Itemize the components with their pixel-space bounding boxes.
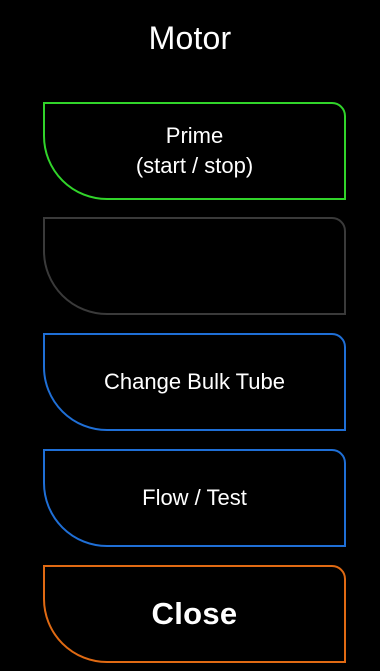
close-button-label: Close [151, 596, 238, 631]
prime-button-label: Prime (start / stop) [135, 123, 254, 178]
change-bulk-tube-button[interactable]: Change Bulk Tube [43, 333, 346, 431]
empty-button-slot [43, 217, 346, 315]
change-bulk-tube-label: Change Bulk Tube [103, 369, 286, 394]
flow-test-label: Flow / Test [142, 485, 247, 510]
flow-test-button[interactable]: Flow / Test [43, 449, 346, 547]
prime-button[interactable]: Prime (start / stop) [43, 102, 346, 200]
page-title: Motor [148, 20, 232, 56]
close-button[interactable]: Close [43, 565, 346, 663]
